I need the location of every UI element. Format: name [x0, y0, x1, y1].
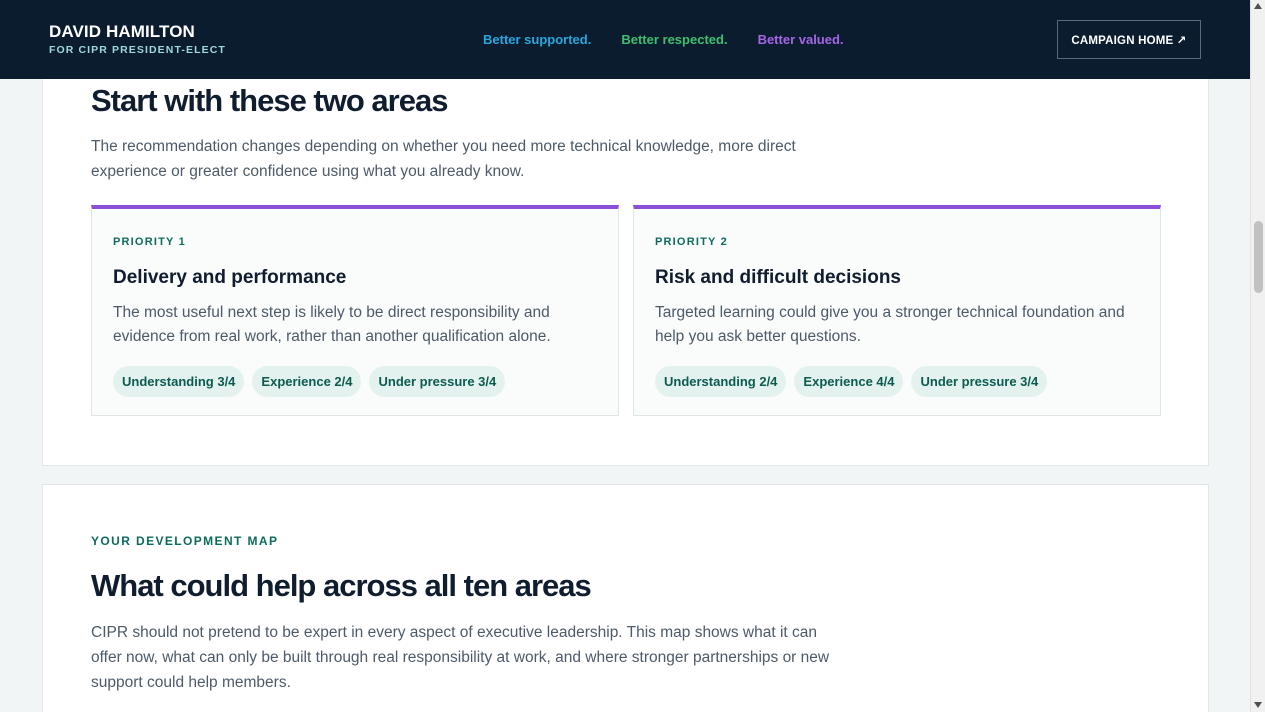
- development-map-panel: YOUR DEVELOPMENT MAP What could help acr…: [42, 484, 1209, 712]
- scroll-thumb[interactable]: [1254, 221, 1263, 293]
- experience-chip: Experience 4/4: [794, 366, 904, 397]
- priority-card-2: PRIORITY 2 Risk and difficult decisions …: [633, 205, 1161, 416]
- scroll-down-icon[interactable]: [1254, 702, 1262, 708]
- priority-title: Delivery and performance: [113, 267, 347, 288]
- under-pressure-chip: Under pressure 3/4: [911, 366, 1048, 397]
- scroll-up-icon[interactable]: [1254, 3, 1262, 9]
- taglines: Better supported. Better respected. Bett…: [483, 32, 844, 47]
- tagline-valued: Better valued.: [757, 32, 844, 47]
- priority-label: PRIORITY 1: [113, 236, 186, 248]
- brand-name[interactable]: DAVID HAMILTON: [49, 22, 195, 42]
- priorities-intro: The recommendation changes depending on …: [91, 138, 796, 180]
- priority-label: PRIORITY 2: [655, 236, 728, 248]
- priorities-title: Start with these two areas: [91, 83, 448, 118]
- priority-description: Targeted learning could give you a stron…: [655, 304, 1125, 345]
- development-map-title: What could help across all ten areas: [91, 568, 592, 603]
- site-header: DAVID HAMILTON FOR CIPR PRESIDENT-ELECT …: [0, 0, 1250, 79]
- priority-card-1: PRIORITY 1 Delivery and performance The …: [91, 205, 619, 416]
- priorities-panel: Start with these two areas The recommend…: [42, 40, 1209, 466]
- understanding-chip: Understanding 3/4: [113, 366, 245, 397]
- page-scrollbar[interactable]: [1250, 0, 1265, 712]
- priority-title: Risk and difficult decisions: [655, 267, 901, 288]
- experience-chip: Experience 2/4: [252, 366, 362, 397]
- brand-subtitle: FOR CIPR PRESIDENT-ELECT: [49, 44, 226, 56]
- understanding-chip: Understanding 2/4: [655, 366, 787, 397]
- score-chips: Understanding 2/4 Experience 4/4 Under p…: [655, 366, 1048, 397]
- campaign-home-button[interactable]: CAMPAIGN HOME ↗: [1057, 20, 1201, 59]
- tagline-respected: Better respected.: [621, 32, 728, 47]
- tagline-supported: Better supported.: [483, 32, 592, 47]
- priority-description: The most useful next step is likely to b…: [113, 304, 551, 345]
- development-map-intro: CIPR should not pretend to be expert in …: [91, 624, 830, 691]
- page-viewport: Start with these two areas The recommend…: [0, 0, 1250, 712]
- score-chips: Understanding 3/4 Experience 2/4 Under p…: [113, 366, 506, 397]
- under-pressure-chip: Under pressure 3/4: [369, 366, 506, 397]
- section-kicker: YOUR DEVELOPMENT MAP: [91, 534, 279, 548]
